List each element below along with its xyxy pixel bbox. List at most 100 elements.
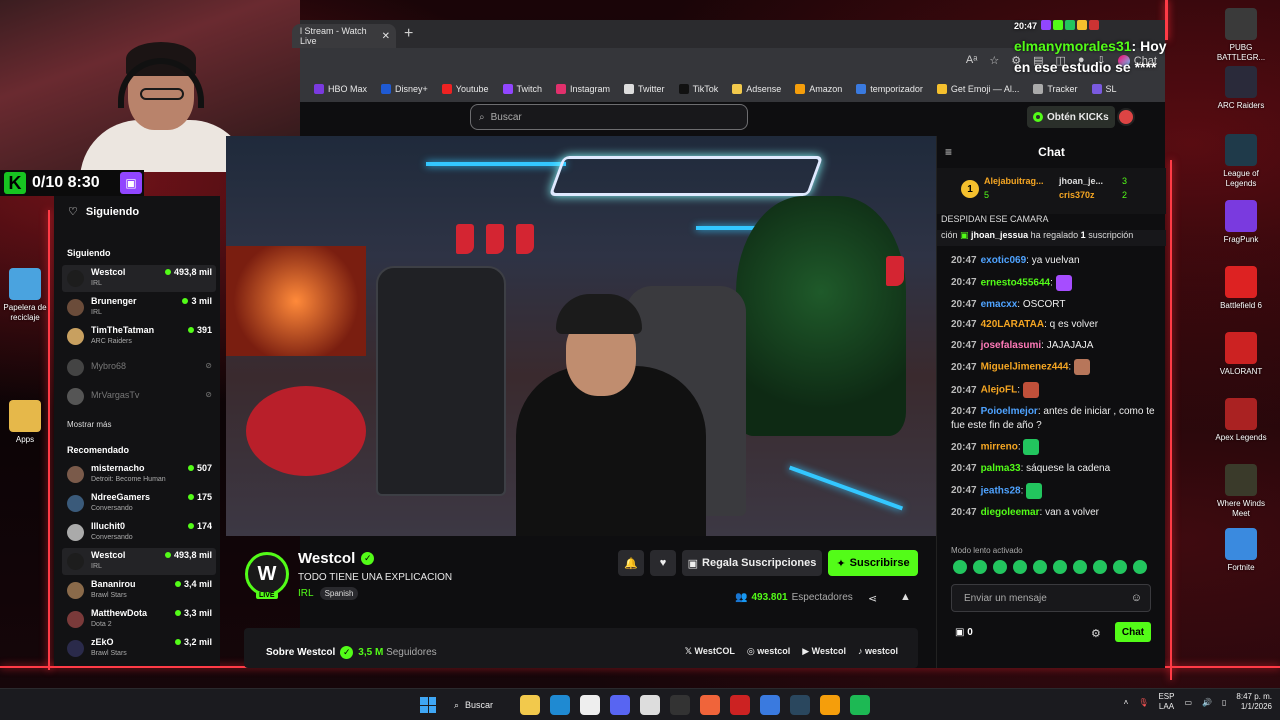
- sidebar-channel[interactable]: Bananirou Brawl Stars 3,4 mil: [62, 577, 216, 604]
- emote-button[interactable]: [1033, 560, 1047, 574]
- bookmark-item[interactable]: Instagram: [556, 84, 610, 94]
- bookmark-item[interactable]: Amazon: [795, 84, 842, 94]
- emote-button[interactable]: [1093, 560, 1107, 574]
- streamer-name[interactable]: Westcol: [298, 550, 355, 567]
- emote-button[interactable]: [973, 560, 987, 574]
- second-gifter-name[interactable]: jhoan_je...: [1059, 176, 1103, 186]
- bookmark-item[interactable]: Twitter: [624, 84, 665, 94]
- bookmark-item[interactable]: TikTok: [678, 84, 718, 94]
- desktop-icon[interactable]: ARC Raiders: [1211, 66, 1271, 111]
- sidebar-channel[interactable]: MrVargasTv ⊘: [62, 383, 216, 410]
- tiktok-link[interactable]: ♪ westcol: [858, 646, 898, 657]
- taskbar-search[interactable]: ⌕ Buscar: [454, 693, 514, 717]
- read-aloud-icon[interactable]: Aᵃ: [966, 54, 977, 67]
- bookmark-item[interactable]: Disney+: [381, 84, 428, 94]
- emote-button[interactable]: [1013, 560, 1027, 574]
- desktop-icon[interactable]: Apex Legends: [1211, 398, 1271, 443]
- send-chat-button[interactable]: Chat: [1115, 622, 1151, 642]
- message-user[interactable]: AlejoFL: [981, 385, 1018, 396]
- user-avatar[interactable]: [1117, 108, 1135, 126]
- emote-button[interactable]: [953, 560, 967, 574]
- message-user[interactable]: 420LARATAA: [981, 319, 1045, 330]
- taskbar-app-icon[interactable]: [850, 695, 870, 715]
- top-gifter-name[interactable]: Alejabuitrag...: [984, 176, 1044, 186]
- desktop-icon[interactable]: Where Winds Meet: [1211, 464, 1271, 518]
- emote-button[interactable]: [993, 560, 1007, 574]
- chevron-up-icon[interactable]: ˄: [1124, 698, 1129, 707]
- message-user[interactable]: mirreno: [981, 442, 1018, 453]
- collapse-chat-icon[interactable]: ≡: [945, 145, 952, 159]
- emote-button[interactable]: [1133, 560, 1147, 574]
- taskbar-app-icon[interactable]: [700, 695, 720, 715]
- message-user[interactable]: ernesto455644: [981, 277, 1051, 288]
- desktop-icon[interactable]: VALORANT: [1211, 332, 1271, 377]
- taskbar-app-icon[interactable]: [580, 695, 600, 715]
- desktop-icon[interactable]: PUBG BATTLEGR...: [1211, 8, 1271, 62]
- desktop-icon[interactable]: Battlefield 6: [1211, 266, 1271, 311]
- notifications-bell-icon[interactable]: 🔔: [618, 550, 644, 576]
- bookmark-item[interactable]: temporizador: [856, 84, 923, 94]
- emote-button[interactable]: [1073, 560, 1087, 574]
- language-indicator[interactable]: ESP LAA: [1158, 692, 1174, 711]
- taskbar-app-icon[interactable]: [550, 695, 570, 715]
- gift-user[interactable]: jhoan_jessua: [971, 230, 1028, 240]
- message-user[interactable]: palma33: [981, 463, 1021, 474]
- search-input[interactable]: ⌕ Buscar: [470, 104, 748, 130]
- streamer-avatar[interactable]: W: [245, 552, 289, 596]
- sidebar-channel[interactable]: Illuchit0 Conversando 174: [62, 519, 216, 546]
- taskbar-app-icon[interactable]: [730, 695, 750, 715]
- sidebar-channel[interactable]: Brunenger IRL 3 mil: [62, 294, 216, 321]
- battery-icon[interactable]: ▯: [1222, 698, 1226, 707]
- message-user[interactable]: Poioelmejor: [981, 406, 1038, 417]
- third-gifter-name[interactable]: cris370z: [1059, 190, 1095, 200]
- x-link[interactable]: 𝕏 WestCOL: [685, 646, 735, 657]
- favorite-star-icon[interactable]: ☆: [989, 54, 999, 67]
- desktop-icon[interactable]: Papelera de reciclaje: [0, 268, 55, 322]
- follow-heart-icon[interactable]: ♥: [650, 550, 676, 576]
- desktop-icon[interactable]: League of Legends: [1211, 134, 1271, 188]
- chat-message-input[interactable]: Enviar un mensaje ☺: [951, 584, 1151, 612]
- sidebar-channel[interactable]: misternacho Detroit: Become Human 507: [62, 461, 216, 488]
- gift-subs-button[interactable]: ▣ Regala Suscripciones: [682, 550, 822, 576]
- new-tab-icon[interactable]: +: [404, 25, 413, 43]
- close-tab-icon[interactable]: ✕: [382, 31, 390, 42]
- get-kicks-button[interactable]: Obtén KICKs: [1027, 106, 1115, 128]
- message-user[interactable]: diegoleemar: [981, 507, 1040, 518]
- bookmark-item[interactable]: SL: [1091, 84, 1117, 94]
- show-more-link[interactable]: Mostrar más: [67, 420, 111, 429]
- desktop-icon[interactable]: Fortnite: [1211, 528, 1271, 573]
- emote-button[interactable]: [1053, 560, 1067, 574]
- bookmark-item[interactable]: HBO Max: [314, 84, 367, 94]
- video-player[interactable]: [226, 136, 936, 536]
- following-nav[interactable]: ♡ Siguiendo: [68, 205, 139, 219]
- sidebar-channel[interactable]: NdreeGamers Conversando 175: [62, 490, 216, 517]
- message-user[interactable]: exotic069: [981, 255, 1027, 266]
- sidebar-channel[interactable]: TimTheTatman ARC Raiders 391: [62, 323, 216, 350]
- microphone-icon[interactable]: 🎙: [1138, 698, 1148, 707]
- sidebar-channel[interactable]: zEkO Brawl Stars 3,2 mil: [62, 635, 216, 662]
- taskbar-app-icon[interactable]: [790, 695, 810, 715]
- taskbar-app-icon[interactable]: [820, 695, 840, 715]
- taskbar-app-icon[interactable]: [640, 695, 660, 715]
- subscribe-button[interactable]: ✦ Suscribirse: [828, 550, 918, 576]
- message-user[interactable]: josefalasumi: [981, 340, 1042, 351]
- sidebar-channel[interactable]: MatthewDota Dota 2 3,3 mil: [62, 606, 216, 633]
- network-icon[interactable]: ▭: [1184, 698, 1192, 707]
- desktop-icon[interactable]: FragPunk: [1211, 200, 1271, 245]
- instagram-link[interactable]: ◎ westcol: [747, 646, 790, 657]
- stream-category[interactable]: IRL: [298, 588, 314, 599]
- message-user[interactable]: jeaths28: [981, 485, 1021, 496]
- sidebar-channel[interactable]: Westcol IRL 493,8 mil: [62, 265, 216, 292]
- taskbar-app-icon[interactable]: [610, 695, 630, 715]
- bookmark-item[interactable]: Get Emoji — Al...: [936, 84, 1019, 94]
- message-user[interactable]: MiguelJimenez444: [981, 362, 1069, 373]
- bookmark-item[interactable]: Tracker: [1033, 84, 1078, 94]
- emote-button[interactable]: [1113, 560, 1127, 574]
- tab-active[interactable]: l Stream - Watch Live ✕: [292, 24, 396, 48]
- taskbar-app-icon[interactable]: [670, 695, 690, 715]
- sidebar-channel[interactable]: Westcol IRL 493,8 mil: [62, 548, 216, 575]
- message-user[interactable]: emacxx: [981, 299, 1018, 310]
- sidebar-channel[interactable]: Mybro68 ⊘: [62, 354, 216, 381]
- share-icon[interactable]: ⋖: [868, 592, 877, 605]
- clock[interactable]: 8:47 p. m. 1/1/2026: [1236, 692, 1272, 712]
